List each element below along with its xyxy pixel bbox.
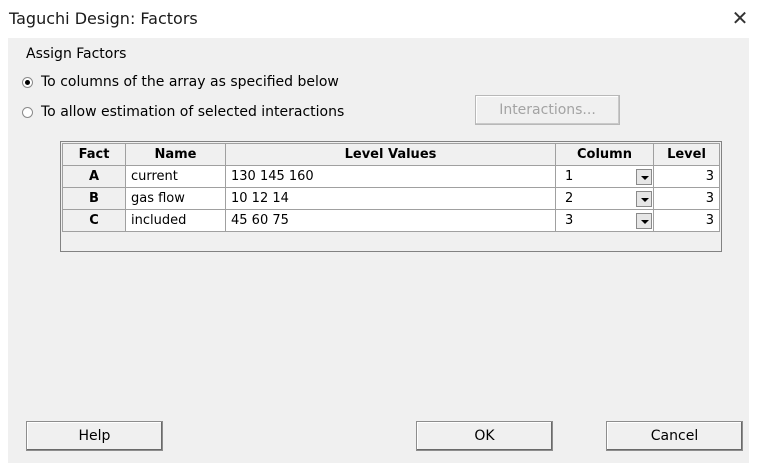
level-values-cell[interactable]: 10 12 14 — [225, 187, 556, 210]
radio-columns-label: To columns of the array as specified bel… — [41, 74, 339, 90]
level-cell: 3 — [653, 165, 720, 188]
radio-columns[interactable] — [22, 76, 33, 88]
header-column: Column — [555, 143, 654, 166]
interactions-button[interactable]: Interactions... — [475, 95, 620, 125]
fact-cell: C — [62, 209, 126, 232]
cancel-button[interactable]: Cancel — [606, 421, 743, 451]
radio-interactions-option[interactable]: To allow estimation of selected interact… — [22, 104, 344, 120]
column-dropdown[interactable]: 2 — [555, 187, 654, 210]
chevron-down-icon[interactable] — [636, 190, 652, 207]
chevron-down-icon[interactable] — [636, 168, 652, 185]
header-name: Name — [125, 143, 226, 166]
chevron-down-icon[interactable] — [636, 212, 652, 229]
column-dropdown[interactable]: 3 — [555, 209, 654, 232]
column-value: 3 — [565, 213, 574, 228]
name-cell[interactable]: current — [125, 165, 226, 188]
fact-cell: B — [62, 187, 126, 210]
help-button[interactable]: Help — [26, 421, 163, 451]
ok-button[interactable]: OK — [416, 421, 553, 451]
level-values-cell[interactable]: 130 145 160 — [225, 165, 556, 188]
title-bar: Taguchi Design: Factors ✕ — [0, 0, 757, 38]
radio-interactions[interactable] — [22, 106, 33, 118]
level-cell: 3 — [653, 209, 720, 232]
name-cell[interactable]: gas flow — [125, 187, 226, 210]
table-row: B gas flow 10 12 14 2 3 — [62, 187, 720, 210]
radio-columns-option[interactable]: To columns of the array as specified bel… — [22, 74, 339, 90]
close-icon[interactable]: ✕ — [729, 7, 751, 29]
name-cell[interactable]: included — [125, 209, 226, 232]
header-level-values: Level Values — [225, 143, 556, 166]
column-value: 1 — [565, 169, 574, 184]
table-header-row: Fact Name Level Values Column Level — [62, 143, 720, 166]
column-value: 2 — [565, 191, 574, 206]
level-cell: 3 — [653, 187, 720, 210]
table-row: A current 130 145 160 1 3 — [62, 165, 720, 188]
table-row: C included 45 60 75 3 3 — [62, 209, 720, 232]
factors-table: Fact Name Level Values Column Level A cu… — [60, 141, 722, 252]
window-title: Taguchi Design: Factors — [9, 9, 198, 28]
header-level: Level — [653, 143, 720, 166]
assign-factors-label: Assign Factors — [26, 46, 127, 62]
dialog-body: Assign Factors To columns of the array a… — [8, 38, 749, 463]
radio-interactions-label: To allow estimation of selected interact… — [41, 104, 345, 120]
column-dropdown[interactable]: 1 — [555, 165, 654, 188]
fact-cell: A — [62, 165, 126, 188]
header-fact: Fact — [62, 143, 126, 166]
level-values-cell[interactable]: 45 60 75 — [225, 209, 556, 232]
